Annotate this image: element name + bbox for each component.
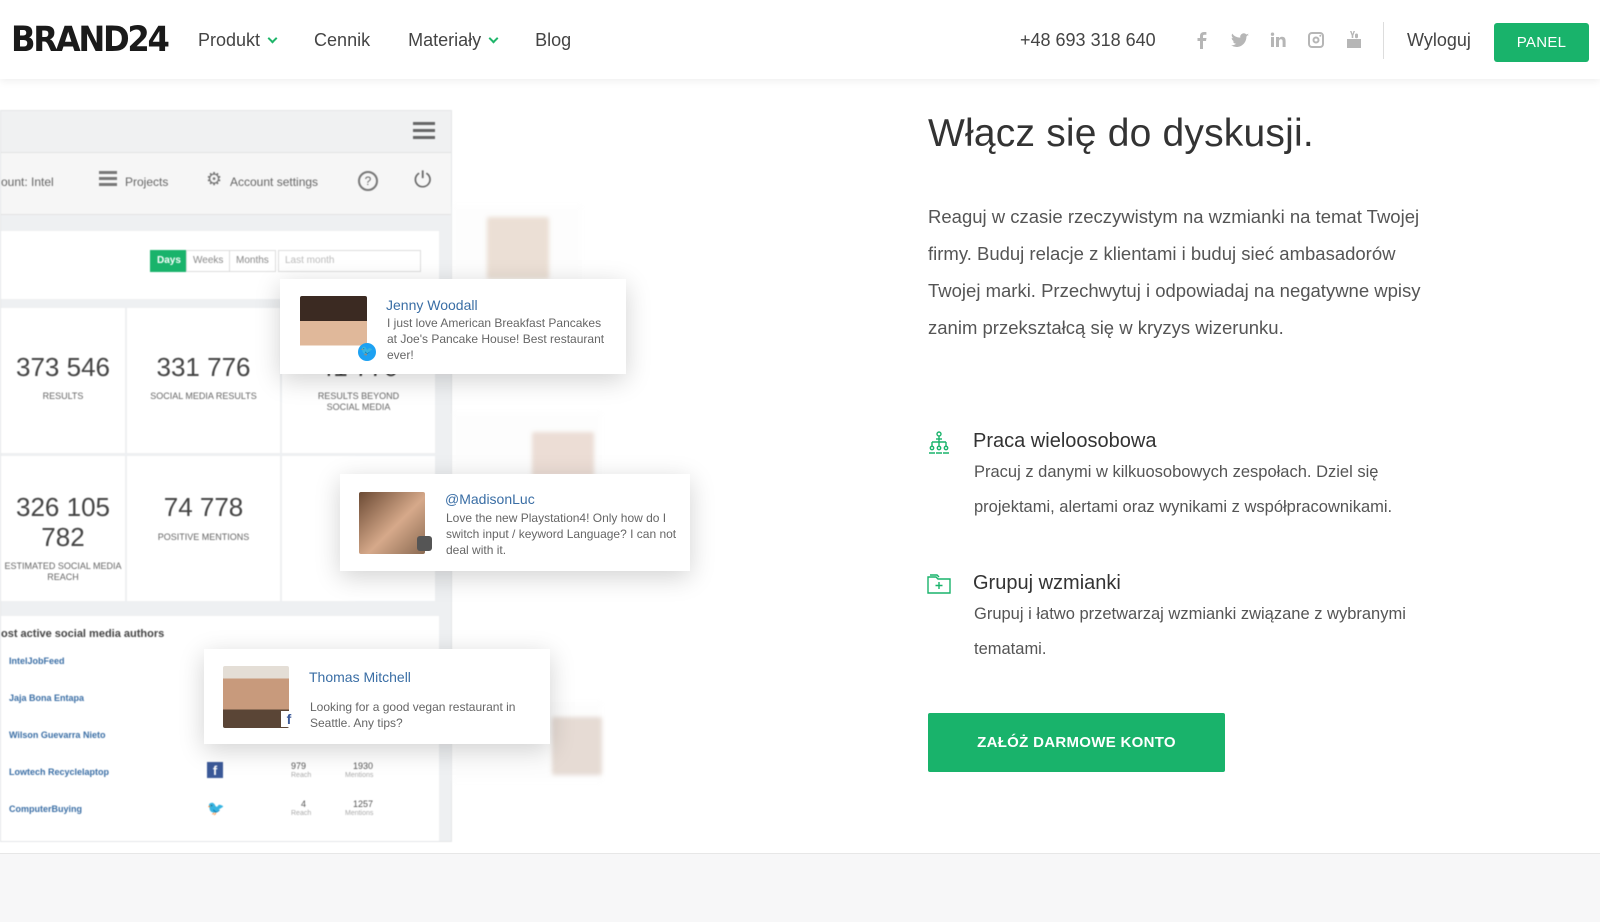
author-row: ComputerBuying	[9, 804, 82, 814]
stat-label: SOCIAL MEDIA RESULTS	[150, 391, 257, 401]
stat-value: 326 105 782	[16, 492, 110, 552]
menu-item-cennik[interactable]: Cennik	[314, 30, 370, 51]
author-row: Wilson Guevarra Nieto	[9, 730, 106, 740]
filter-days: Days	[150, 250, 188, 272]
reach-label: Reach	[291, 810, 312, 817]
author-row: Jaja Bona Entapa	[9, 693, 85, 703]
author-reach: 4	[301, 799, 307, 809]
author-row: Lowtech Recyclelaptop	[9, 767, 110, 777]
facebook-icon: f	[281, 711, 297, 727]
stat-value: 373 546	[16, 352, 110, 382]
mention-author: @MadisonLuc	[445, 491, 535, 507]
mention-text: Looking for a good vegan restaurant in S…	[310, 700, 516, 730]
filter-weeks: Weeks	[186, 250, 231, 272]
avatar	[359, 492, 425, 554]
stat-value: 74 778	[163, 492, 244, 522]
power-icon: ⏻	[414, 167, 432, 192]
footer-strip	[0, 853, 1600, 922]
mention-card: @MadisonLuc Love the new Playstation4! O…	[340, 474, 690, 571]
author-reach: 979	[291, 761, 307, 771]
mentions-label: Mentions	[345, 772, 374, 779]
intro-paragraph: Reaguj w czasie rzeczywistym na wzmianki…	[928, 206, 1421, 338]
panel-button[interactable]: PANEL	[1494, 23, 1589, 62]
avatar	[487, 217, 549, 279]
stat-card: 326 105 782 ESTIMATED SOCIAL MEDIA REACH	[1, 456, 125, 601]
mockup-projects: Projects	[125, 175, 169, 189]
stat-card: 373 546 RESULTS	[1, 308, 125, 453]
mention-text: I just love American Breakfast Pancakes …	[387, 316, 605, 362]
mockup-settings: Account settings	[230, 175, 319, 189]
menu-item-materialy[interactable]: Materiały	[408, 30, 499, 51]
logout-link[interactable]: Wyloguj	[1407, 30, 1471, 51]
reach-label: Reach	[291, 772, 312, 779]
menu-item-label: Blog	[535, 30, 572, 50]
menu-item-label: Produkt	[198, 30, 261, 50]
menu-icon	[99, 171, 117, 174]
menu-item-label: Cennik	[314, 30, 371, 50]
ghost-card	[452, 412, 602, 482]
mockup-topbar	[1, 111, 451, 153]
folder-add-icon	[927, 574, 951, 594]
menu-item-produkt[interactable]: Produkt	[198, 30, 278, 51]
mention-author: Thomas Mitchell	[309, 669, 411, 685]
twitter-icon: 🐦	[358, 343, 376, 361]
gear-icon: ⚙	[206, 169, 223, 189]
avatar	[300, 296, 367, 358]
author-mentions: 1257	[353, 799, 374, 809]
chevron-down-icon	[267, 33, 278, 44]
avatar	[532, 432, 594, 477]
social-links	[1192, 30, 1382, 50]
stat-card: 331 776 SOCIAL MEDIA RESULTS	[127, 308, 280, 453]
mention-text: Love the new Playstation4! Only how do I…	[446, 511, 677, 557]
stat-card: 74 778 POSITIVE MENTIONS	[127, 456, 280, 601]
feature-title: Grupuj wzmianki	[973, 572, 1121, 594]
hamburger-icon	[413, 122, 435, 125]
stat-label: RESULTS	[42, 391, 84, 401]
feature-title: Praca wieloosobowa	[973, 430, 1157, 452]
brand-logo[interactable]: BRAND24	[11, 20, 170, 60]
team-icon	[929, 431, 949, 454]
chevron-down-icon	[488, 33, 499, 44]
mention-card: 🐦 Jenny Woodall I just love American Bre…	[280, 279, 626, 374]
nav-divider	[1383, 22, 1384, 59]
author-mentions: 1930	[353, 761, 374, 771]
facebook-icon[interactable]	[1192, 30, 1212, 50]
top-navbar: BRAND24 Produkt Cennik Materiały Blog +4…	[0, 0, 1600, 79]
stat-label: POSITIVE MENTIONS	[157, 532, 250, 542]
menu-item-label: Materiały	[408, 30, 482, 50]
facebook-icon: f	[207, 762, 223, 778]
feature-text: Grupuj i łatwo przetwarzaj wzmianki zwią…	[974, 605, 1406, 658]
youtube-icon[interactable]	[1344, 30, 1364, 50]
period-select: Last month	[278, 250, 421, 272]
twitter-icon: 🐦	[207, 800, 225, 816]
mockup-nav: ount: Intel Projects ⚙ Account settings …	[1, 153, 451, 215]
linkedin-icon[interactable]	[1268, 30, 1288, 50]
avatar	[223, 666, 289, 728]
author-row: IntelJobFeed	[9, 656, 65, 666]
stat-label: RESULTS BEYOND SOCIAL MEDIA	[317, 391, 400, 412]
instagram-icon	[417, 536, 432, 551]
phone-number[interactable]: +48 693 318 640	[1020, 30, 1156, 51]
main-menu: Produkt Cennik Materiały Blog	[198, 30, 609, 51]
mention-card: f Thomas Mitchell Looking for a good veg…	[204, 649, 550, 744]
instagram-icon[interactable]	[1306, 30, 1326, 50]
avatar	[552, 717, 602, 775]
create-free-account-button[interactable]: ZAŁÓŻ DARMOWE KONTO	[928, 713, 1225, 772]
stat-label: ESTIMATED SOCIAL MEDIA REACH	[4, 561, 122, 582]
mention-author: Jenny Woodall	[386, 297, 478, 313]
twitter-icon[interactable]	[1230, 30, 1250, 50]
mentions-label: Mentions	[345, 810, 374, 817]
stat-value: 331 776	[156, 352, 251, 382]
filter-months: Months	[229, 250, 276, 272]
page-title: Włącz się do dyskusji.	[928, 112, 1314, 155]
mockup-account: ount: Intel	[1, 175, 54, 189]
authors-title: ost active social media authors	[1, 628, 165, 640]
menu-item-blog[interactable]: Blog	[535, 30, 571, 51]
ghost-card	[452, 205, 582, 285]
help-icon: ?	[358, 171, 378, 191]
feature-text: Pracuj z danymi w kilkuosobowych zespoła…	[974, 463, 1393, 516]
